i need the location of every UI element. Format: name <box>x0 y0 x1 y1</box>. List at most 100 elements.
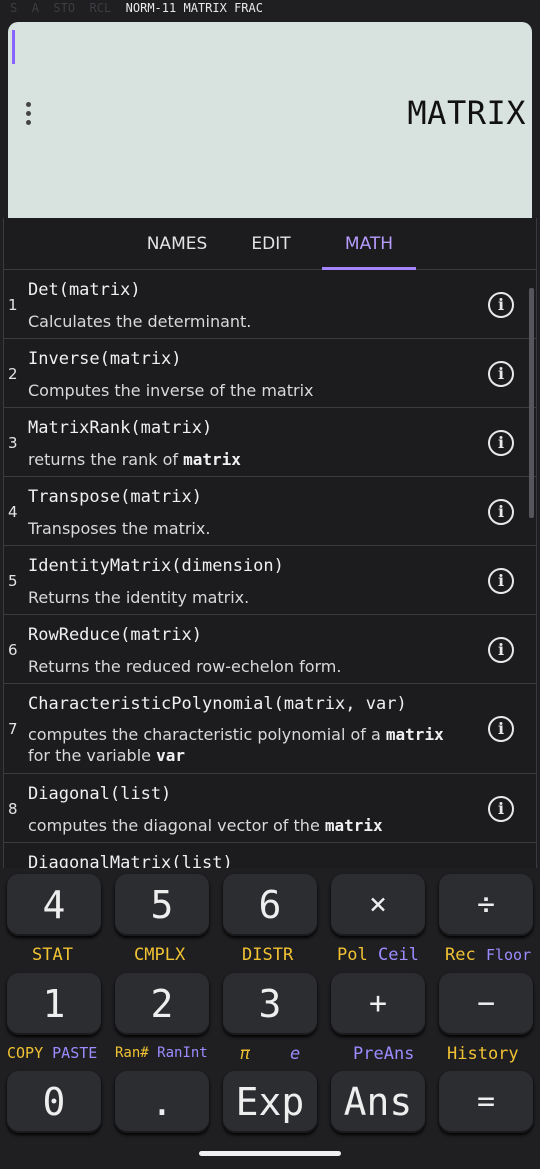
label-copy-paste[interactable]: COPY PASTE <box>7 1044 97 1062</box>
info-icon[interactable]: i <box>488 568 514 594</box>
key-3[interactable]: 3 <box>223 973 317 1035</box>
key-6[interactable]: 6 <box>223 874 317 936</box>
function-signature: MatrixRank(matrix) <box>28 418 213 438</box>
list-item[interactable]: 5 IdentityMatrix(dimension) Returns the … <box>4 546 536 615</box>
function-description: Computes the inverse of the matrix <box>28 381 314 400</box>
key-equals[interactable]: = <box>439 1071 533 1133</box>
label-e[interactable]: e <box>290 1044 300 1064</box>
label-rec: Rec <box>445 945 476 965</box>
tab-names[interactable]: NAMES <box>142 234 212 254</box>
function-description: computes the characteristic polynomial o… <box>28 724 444 766</box>
label-distr[interactable]: DISTR <box>242 945 293 965</box>
item-number: 8 <box>8 800 18 818</box>
key-1[interactable]: 1 <box>7 973 101 1035</box>
calculator-display[interactable]: MATRIX <box>8 22 532 218</box>
label-ranint: RanInt <box>157 1045 208 1061</box>
key-4[interactable]: 4 <box>7 874 101 936</box>
key-divide[interactable]: ÷ <box>439 874 533 936</box>
info-icon[interactable]: i <box>488 361 514 387</box>
item-number: 5 <box>8 572 18 590</box>
function-signature: IdentityMatrix(dimension) <box>28 556 284 576</box>
desc-code: matrix <box>183 450 241 469</box>
label-history[interactable]: History <box>447 1044 519 1064</box>
function-signature: Transpose(matrix) <box>28 487 202 507</box>
item-number: 7 <box>8 720 18 738</box>
tab-edit[interactable]: EDIT <box>244 234 298 254</box>
matrix-function-panel: NAMES EDIT MATH 1 Det(matrix) Calculates… <box>3 218 537 868</box>
label-copy: COPY <box>7 1044 44 1062</box>
label-paste: PASTE <box>52 1044 98 1062</box>
status-flag-a: A <box>31 1 39 15</box>
list-item[interactable]: 9 DiagonalMatrix(list) <box>4 843 536 868</box>
label-ran[interactable]: Ran# RanInt <box>115 1045 208 1061</box>
key-plus[interactable]: + <box>331 973 425 1035</box>
key-ans[interactable]: Ans <box>331 1071 425 1133</box>
function-list: 1 Det(matrix) Calculates the determinant… <box>4 270 536 868</box>
status-bar: S A STO RCL NORM-11 MATRIX FRAC <box>0 0 540 18</box>
item-number: 2 <box>8 365 18 383</box>
info-icon[interactable]: i <box>488 716 514 742</box>
info-icon[interactable]: i <box>488 499 514 525</box>
item-number: 4 <box>8 503 18 521</box>
label-stat[interactable]: STAT <box>32 945 73 965</box>
key-multiply[interactable]: × <box>331 874 425 936</box>
status-flag-matrix: MATRIX <box>183 1 227 15</box>
list-item[interactable]: 2 Inverse(matrix) Computes the inverse o… <box>4 339 536 408</box>
key-decimal[interactable]: . <box>115 1071 209 1133</box>
list-item[interactable]: 8 Diagonal(list) computes the diagonal v… <box>4 774 536 843</box>
item-number: 6 <box>8 641 18 659</box>
list-item[interactable]: 3 MatrixRank(matrix) returns the rank of… <box>4 408 536 477</box>
tab-bar: NAMES EDIT MATH <box>4 218 536 270</box>
label-pi[interactable]: π <box>240 1044 250 1064</box>
function-signature: Diagonal(list) <box>28 784 172 804</box>
label-rec-floor[interactable]: Rec Floor <box>445 945 531 965</box>
function-signature: Inverse(matrix) <box>28 349 182 369</box>
label-pol-ceil[interactable]: Pol Ceil <box>337 945 419 965</box>
status-flag-frac: FRAC <box>234 1 263 15</box>
list-item[interactable]: 7 CharacteristicPolynomial(matrix, var) … <box>4 684 536 774</box>
label-floor: Floor <box>485 946 532 964</box>
list-item[interactable]: 4 Transpose(matrix) Transposes the matri… <box>4 477 536 546</box>
info-icon[interactable]: i <box>488 796 514 822</box>
more-options-icon[interactable] <box>24 102 34 128</box>
desc-code: matrix <box>324 816 383 835</box>
tab-math[interactable]: MATH <box>322 234 416 254</box>
function-description: computes the diagonal vector of the matr… <box>28 815 383 836</box>
desc-text: computes the diagonal vector of the <box>28 816 325 835</box>
status-flag-rcl: RCL <box>89 1 112 15</box>
list-item[interactable]: 6 RowReduce(matrix) Returns the reduced … <box>4 615 536 684</box>
key-0[interactable]: 0 <box>7 1071 101 1133</box>
function-description: returns the rank of matrix <box>28 449 241 470</box>
status-flag-s: S <box>10 1 18 15</box>
label-ran-hash: Ran# <box>115 1045 149 1061</box>
label-ceil: Ceil <box>377 945 419 965</box>
status-flag-sto: STO <box>53 1 76 15</box>
list-scrollbar[interactable] <box>529 288 534 518</box>
info-icon[interactable]: i <box>488 430 514 456</box>
key-exp[interactable]: Exp <box>223 1071 317 1133</box>
item-number: 1 <box>8 296 18 314</box>
function-description: Returns the identity matrix. <box>28 588 250 607</box>
info-icon[interactable]: i <box>488 637 514 663</box>
desc-text: computes the characteristic polynomial o… <box>28 725 386 744</box>
info-icon[interactable]: i <box>488 292 514 318</box>
label-cmplx[interactable]: CMPLX <box>134 945 185 965</box>
input-cursor <box>12 30 15 64</box>
list-item[interactable]: 1 Det(matrix) Calculates the determinant… <box>4 270 536 339</box>
function-signature: Det(matrix) <box>28 280 141 300</box>
desc-text: returns the rank of <box>28 450 184 469</box>
display-expression: MATRIX <box>407 94 526 132</box>
status-flag-norm: NORM-11 <box>125 1 177 15</box>
function-signature: DiagonalMatrix(list) <box>28 853 233 868</box>
desc-text: for the variable <box>28 746 157 765</box>
function-signature: CharacteristicPolynomial(matrix, var) <box>28 694 407 714</box>
key-5[interactable]: 5 <box>115 874 209 936</box>
gesture-nav-bar[interactable] <box>199 1151 341 1156</box>
key-minus[interactable]: − <box>439 973 533 1035</box>
function-signature: RowReduce(matrix) <box>28 625 202 645</box>
desc-code: matrix <box>385 725 444 744</box>
label-preans[interactable]: PreAns <box>353 1044 414 1064</box>
key-2[interactable]: 2 <box>115 973 209 1035</box>
function-description: Returns the reduced row-echelon form. <box>28 657 342 676</box>
desc-code: var <box>156 746 185 765</box>
